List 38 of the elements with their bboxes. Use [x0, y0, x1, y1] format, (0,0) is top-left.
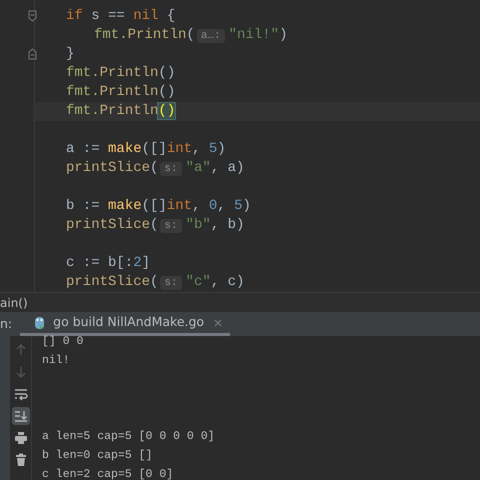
- console-line: nil!: [42, 355, 71, 369]
- parameter-hint: a…:: [196, 29, 225, 43]
- wrap-icon: [14, 387, 28, 401]
- code-text: "a", a): [186, 160, 244, 176]
- code-text: c := b[:2]: [66, 255, 150, 271]
- code-text: a := make([]int, 5): [66, 141, 226, 157]
- code-text: fmt.Println(): [66, 65, 176, 81]
- parameter-hint: s:: [160, 162, 182, 176]
- trash-icon: [14, 453, 28, 467]
- parameter-hint: s:: [160, 219, 182, 233]
- console-line: a len=5 cap=5 [0 0 0 0 0]: [42, 431, 215, 445]
- code-text: "c", c): [186, 274, 244, 290]
- print-icon: [14, 431, 28, 445]
- down-arrow-icon: [14, 365, 28, 379]
- fold-icon[interactable]: [28, 10, 37, 22]
- up-arrow-icon: [14, 343, 28, 357]
- parameter-hint: s:: [160, 276, 182, 290]
- scroll-to-end-button[interactable]: [12, 407, 30, 425]
- console-line: [] 0 0: [42, 336, 84, 350]
- code-text: fmt.Println(): [66, 103, 176, 119]
- console-line: b len=0 cap=5 []: [42, 450, 154, 464]
- panel-label: n:: [0, 314, 12, 333]
- code-text: printSlice(: [66, 160, 158, 176]
- scroll-to-end-icon: [14, 409, 28, 423]
- code-text: printSlice(: [66, 274, 158, 290]
- code-text: fmt.Println(: [94, 27, 195, 43]
- breadcrumb[interactable]: ain(): [0, 296, 28, 310]
- code-text: "nil!"): [228, 27, 288, 43]
- code-text: fmt.Println(): [66, 84, 176, 100]
- code-text: printSlice(: [66, 217, 158, 233]
- console-line: c len=2 cap=5 [0 0]: [42, 469, 174, 480]
- code-text: if s == nil {: [66, 8, 176, 24]
- gopher-icon: [34, 316, 46, 330]
- code-text: "b", b): [186, 217, 244, 233]
- code-text: b := make([]int, 0, 5): [66, 198, 251, 214]
- close-icon[interactable]: [214, 318, 222, 326]
- code-text: }: [66, 46, 74, 62]
- fold-icon[interactable]: [28, 48, 37, 60]
